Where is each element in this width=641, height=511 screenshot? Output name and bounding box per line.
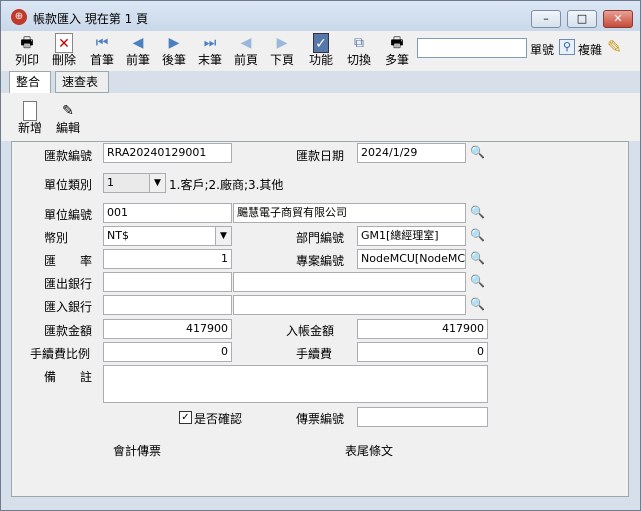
voucher-no-field[interactable] — [357, 407, 488, 427]
title-bar: ⊕ 帳款匯入 現在第 1 頁 – □ ✕ — [1, 1, 640, 31]
fee-label: 手續費 — [296, 347, 333, 361]
note-field[interactable] — [103, 365, 488, 403]
switch-button[interactable]: ⧉ 切換 — [343, 33, 375, 71]
out-bank-field[interactable] — [103, 272, 232, 292]
note-label: 備 註 — [44, 370, 93, 384]
rate-label: 匯 率 — [44, 254, 93, 268]
search-icon[interactable]: 🔍 — [470, 205, 486, 221]
search-label: 單號 — [530, 43, 555, 57]
unit-type-select[interactable]: 1 ▼ — [103, 173, 166, 193]
edit-button[interactable]: ✎ 編輯 — [53, 101, 83, 139]
remit-no-label: 匯款編號 — [44, 149, 93, 163]
confirmed-checkbox[interactable]: ✓ — [179, 411, 192, 424]
switch-icon: ⧉ — [354, 35, 364, 51]
last-record-button[interactable]: ⏭ 末筆 — [195, 33, 225, 71]
multi-icon: 🖶 — [390, 35, 404, 51]
dept-label: 部門編號 — [296, 231, 345, 245]
search-icon[interactable]: 🔍 — [470, 297, 486, 313]
fee-ratio-label: 手續費比例 — [30, 347, 91, 361]
out-bank-name-field[interactable] — [233, 272, 466, 292]
footer-text-label: 表尾條文 — [345, 444, 394, 458]
print-button[interactable]: 🖶 列印 — [11, 33, 43, 71]
unit-type-label: 單位類別 — [44, 178, 93, 192]
in-amount-label: 入帳金額 — [286, 324, 335, 338]
edit-icon: ✎ — [62, 103, 74, 119]
search-icon[interactable]: 🔍 — [470, 228, 486, 244]
delete-button[interactable]: ✕ 刪除 — [49, 33, 79, 71]
form-panel: 匯款編號 RRA20240129001 匯款日期 2024/1/29 🔍 單位類… — [11, 141, 629, 497]
maximize-button[interactable]: □ — [567, 10, 597, 28]
minimize-button[interactable]: – — [531, 10, 561, 28]
window-title: 帳款匯入 現在第 1 頁 — [33, 12, 149, 26]
add-button[interactable]: 新增 — [15, 101, 45, 139]
chevron-down-icon[interactable]: ▼ — [149, 174, 165, 192]
printer-icon: 🖶 — [20, 35, 34, 51]
project-label: 專案編號 — [296, 254, 345, 268]
out-bank-label: 匯出銀行 — [44, 277, 93, 291]
first-record-button[interactable]: ⏮ 首筆 — [87, 33, 117, 71]
prev-page-button[interactable]: ◀ 前頁 — [231, 33, 261, 71]
function-button[interactable]: ✓ 功能 — [305, 33, 337, 71]
currency-select[interactable]: NT$ ▼ — [103, 226, 232, 246]
next-record-button[interactable]: ▶ 後筆 — [159, 33, 189, 71]
multi-button[interactable]: 🖶 多筆 — [381, 33, 413, 71]
unit-no-label: 單位編號 — [44, 208, 93, 222]
search-icon[interactable]: 🔍 — [470, 145, 486, 161]
prev-icon: ◀ — [132, 35, 144, 51]
voucher-no-label: 傳票編號 — [296, 412, 345, 426]
rate-field[interactable]: 1 — [103, 249, 232, 269]
first-icon: ⏮ — [95, 35, 109, 51]
acct-voucher-label: 會計傳票 — [113, 444, 162, 458]
dept-field[interactable]: GM1[總經理室] — [357, 226, 466, 246]
in-bank-name-field[interactable] — [233, 295, 466, 315]
next-page-icon: ▶ — [276, 35, 288, 51]
next-page-button[interactable]: ▶ 下頁 — [267, 33, 297, 71]
sub-toolbar: 新增 ✎ 編輯 — [1, 93, 640, 141]
unit-no-field[interactable]: 001 — [103, 203, 232, 223]
search-icon[interactable]: 🔍 — [470, 274, 486, 290]
remit-no-field[interactable]: RRA20240129001 — [103, 143, 232, 163]
paint-icon[interactable]: ✎ — [607, 37, 629, 59]
currency-label: 幣別 — [44, 231, 69, 245]
window: ⊕ 帳款匯入 現在第 1 頁 – □ ✕ 🖶 列印 ✕ 刪除 ⏮ 首筆 ◀ 前筆 ▶ 後筆… — [0, 0, 641, 511]
unit-name-field[interactable]: 颺慧電子商貿有限公司 — [233, 203, 466, 223]
fee-field[interactable]: 0 — [357, 342, 488, 362]
copy-label[interactable]: 複雜 — [578, 41, 602, 58]
new-doc-icon — [23, 101, 37, 121]
in-bank-label: 匯入銀行 — [44, 300, 93, 314]
function-icon: ✓ — [313, 33, 329, 53]
confirmed-label: 是否確認 — [194, 412, 243, 426]
prev-page-icon: ◀ — [240, 35, 252, 51]
search-icon[interactable]: ⚲ — [559, 39, 575, 55]
unit-type-hint: 1.客戶;2.廠商;3.其他 — [169, 178, 284, 192]
close-button[interactable]: ✕ — [603, 10, 633, 28]
remit-amount-label: 匯款金額 — [44, 324, 93, 338]
chevron-down-icon[interactable]: ▼ — [215, 227, 231, 245]
app-icon: ⊕ — [11, 9, 27, 25]
in-amount-field[interactable]: 417900 — [357, 319, 488, 339]
tab-integrate[interactable]: 整合 — [9, 71, 51, 93]
project-field[interactable]: NodeMCU[NodeMCU專 — [357, 249, 466, 269]
next-icon: ▶ — [168, 35, 180, 51]
in-bank-field[interactable] — [103, 295, 232, 315]
last-icon: ⏭ — [203, 35, 217, 51]
tab-quick[interactable]: 速查表 — [55, 71, 109, 93]
fee-ratio-field[interactable]: 0 — [103, 342, 232, 362]
remit-date-field[interactable]: 2024/1/29 — [357, 143, 466, 163]
toolbar: 🖶 列印 ✕ 刪除 ⏮ 首筆 ◀ 前筆 ▶ 後筆 ⏭ 末筆 ◀ 前頁 ▶ 下頁 ✓ 功能 ⧉ 切換 … — [1, 31, 640, 71]
search-input[interactable] — [417, 38, 527, 58]
prev-record-button[interactable]: ◀ 前筆 — [123, 33, 153, 71]
delete-icon: ✕ — [55, 33, 73, 53]
remit-date-label: 匯款日期 — [296, 149, 345, 163]
search-icon[interactable]: 🔍 — [470, 251, 486, 267]
remit-amount-field[interactable]: 417900 — [103, 319, 232, 339]
